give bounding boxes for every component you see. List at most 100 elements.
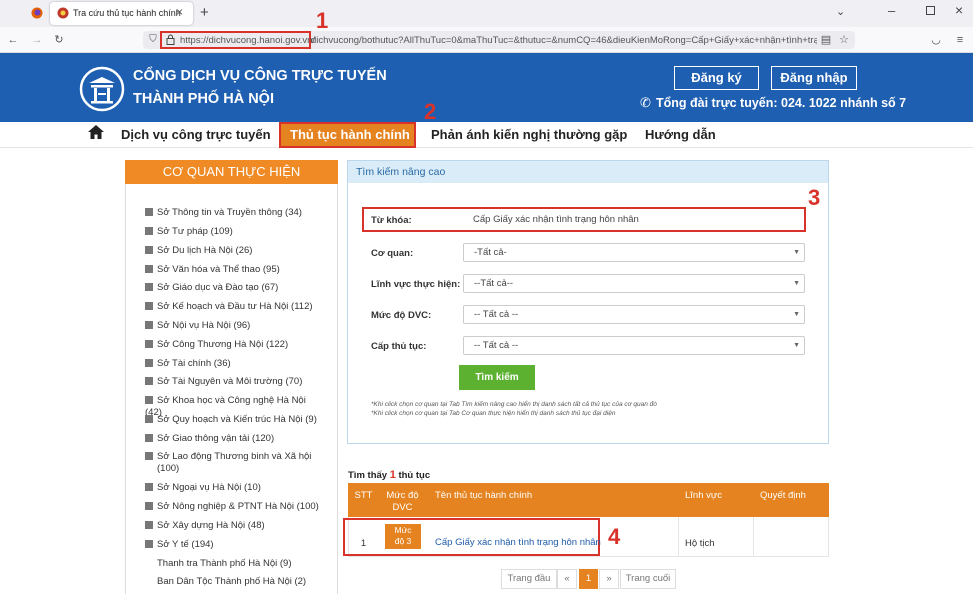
sidebar-item[interactable]: Sở Giao thông vận tải (120) <box>145 433 325 445</box>
header-level-line1: Mức độ <box>386 490 419 501</box>
procedure-link[interactable]: Cấp Giấy xác nhận tình trạng hôn nhân <box>435 537 601 548</box>
field-label: Lĩnh vực thực hiện: <box>371 279 461 290</box>
forward-icon[interactable]: → <box>30 33 44 47</box>
search-note-1: *Khi click chọn cơ quan tại Tab Tìm kiếm… <box>371 401 657 408</box>
sidebar-item[interactable]: Sở Lao động Thương binh và Xã hội <box>145 451 325 463</box>
phone-icon: ✆ <box>640 95 651 110</box>
keyword-input[interactable]: Cấp Giấy xác nhận tình trạng hôn nhân <box>473 214 639 225</box>
folder-icon <box>145 415 153 423</box>
search-note-2: *Khi click chọn cơ quan tại Tab Cơ quan … <box>371 410 616 417</box>
folder-icon <box>145 396 153 404</box>
portal-title-line2: THÀNH PHỐ HÀ NỘI <box>133 91 274 107</box>
folder-icon <box>145 208 153 216</box>
portal-title-line1: CỔNG DỊCH VỤ CÔNG TRỰC TUYẾN <box>133 68 387 84</box>
agency-label: Cơ quan: <box>371 248 414 259</box>
folder-icon <box>145 502 153 510</box>
folder-icon <box>145 227 153 235</box>
folder-icon <box>145 359 153 367</box>
minimize-icon[interactable]: – <box>888 3 895 18</box>
header-procedure-name: Tên thủ tục hành chính <box>435 490 533 501</box>
pagination-prev[interactable]: « <box>557 569 577 589</box>
sidebar-item[interactable]: Sở Tài Nguyên và Môi trường (70) <box>145 376 325 388</box>
menu-icon[interactable]: ≡ <box>954 33 966 47</box>
field-select[interactable]: --Tất cả-- ▼ <box>463 274 805 293</box>
pagination-current[interactable]: 1 <box>579 569 598 589</box>
row-stt: 1 <box>360 538 367 549</box>
sidebar-item[interactable]: Sở Thông tin và Truyền thông (34) <box>145 207 325 219</box>
sidebar-item-continued[interactable]: (100) <box>157 463 337 475</box>
level-select[interactable]: -- Tất cả -- ▼ <box>463 305 805 324</box>
tab-close-icon[interactable]: × <box>176 5 183 19</box>
keyword-label: Từ khóa: <box>371 215 412 226</box>
sidebar-item[interactable]: Ban Dân Tộc Thành phố Hà Nội (2) <box>157 576 337 588</box>
login-button[interactable]: Đăng nhập <box>771 66 857 90</box>
level-badge-line2: độ 3 <box>394 536 412 546</box>
folder-icon <box>145 246 153 254</box>
pagination-last[interactable]: Trang cuối <box>620 569 676 589</box>
tier-label: Cấp thủ tục: <box>371 341 427 352</box>
header-level-line2: DVC <box>392 502 413 513</box>
sidebar-item[interactable]: Sở Tài chính (36) <box>145 358 325 370</box>
sidebar-item[interactable]: Sở Ngoại vụ Hà Nội (10) <box>145 482 325 494</box>
tier-select[interactable]: -- Tất cả -- ▼ <box>463 336 805 355</box>
folder-icon <box>145 265 153 273</box>
pagination-next[interactable]: » <box>599 569 619 589</box>
sidebar-item[interactable]: Sở Giáo dục và Đào tạo (67) <box>145 282 325 294</box>
sidebar-item[interactable]: Sở Nông nghiệp & PTNT Hà Nội (100) <box>145 501 325 513</box>
bookmark-star-icon[interactable]: ☆ <box>838 33 850 47</box>
dropdown-caret-icon: ▼ <box>793 249 800 256</box>
column-divider <box>678 517 679 557</box>
lock-icon[interactable] <box>166 34 175 48</box>
home-icon[interactable] <box>88 125 104 142</box>
tab-title: Tra cứu thủ tục hành chính <box>73 8 181 18</box>
sidebar-item[interactable]: Sở Xây dựng Hà Nội (48) <box>145 520 325 532</box>
dropdown-caret-icon: ▼ <box>793 311 800 318</box>
sidebar-item[interactable]: Sở Quy hoạch và Kiến trúc Hà Nội (9) <box>145 414 325 426</box>
sidebar-item[interactable]: Sở Tư pháp (109) <box>145 226 325 238</box>
window-close-icon[interactable]: × <box>955 2 963 18</box>
agency-select[interactable]: -Tất cả- ▼ <box>463 243 805 262</box>
folder-icon <box>145 452 153 460</box>
nav-procedures[interactable]: Thủ tục hành chính <box>290 127 410 142</box>
maximize-icon[interactable] <box>926 6 935 15</box>
sidebar-item[interactable]: Sở Du lịch Hà Nội (26) <box>145 245 325 257</box>
sidebar-item[interactable]: Sở Văn hóa và Thể thao (95) <box>145 264 325 276</box>
nav-feedback[interactable]: Phản ánh kiến nghị thường gặp <box>431 127 627 142</box>
annotation-number-3: 3 <box>808 185 821 210</box>
url-domain: https://dichvucong.hanoi.gov.vn/ <box>180 35 316 46</box>
tab-list-icon[interactable]: ⌄ <box>836 5 845 18</box>
folder-icon <box>145 377 153 385</box>
level-label: Mức độ DVC: <box>371 310 432 321</box>
register-button[interactable]: Đăng ký <box>674 66 759 90</box>
folder-icon <box>145 321 153 329</box>
column-divider <box>753 517 754 557</box>
reader-view-icon[interactable]: ▤ <box>820 33 832 47</box>
nav-online-services[interactable]: Dịch vụ công trực tuyến <box>121 127 271 142</box>
sidebar-title: CƠ QUAN THỰC HIỆN <box>125 160 338 184</box>
sidebar-item[interactable]: Thanh tra Thành phố Hà Nội (9) <box>157 558 337 570</box>
folder-icon <box>145 302 153 310</box>
sidebar-item[interactable]: Sở Công Thương Hà Nội (122) <box>145 339 325 351</box>
url-path: dichvucong/bothutuc?AllThuTuc=0&maThuTuc… <box>311 35 817 46</box>
sidebar-item[interactable]: Sở Nội vụ Hà Nội (96) <box>145 320 325 332</box>
site-logo[interactable] <box>79 66 125 115</box>
browser-tab[interactable]: Tra cứu thủ tục hành chính × <box>50 2 193 25</box>
firefox-icon[interactable] <box>30 7 44 23</box>
sidebar-item[interactable]: Sở Y tế (194) <box>145 539 325 551</box>
header-stt: STT <box>354 490 373 501</box>
pagination-first[interactable]: Trang đầu <box>501 569 557 589</box>
sidebar-item[interactable]: Sở Kế hoạch và Đầu tư Hà Nội (112) <box>145 301 325 313</box>
annotation-number-4: 4 <box>608 524 621 549</box>
folder-icon <box>145 340 153 348</box>
shield-icon[interactable]: ⛉ <box>147 33 159 47</box>
new-tab-icon[interactable]: + <box>200 4 209 21</box>
nav-guide[interactable]: Hướng dẫn <box>645 127 716 142</box>
search-button[interactable]: Tìm kiếm <box>459 365 535 390</box>
folder-icon <box>145 521 153 529</box>
pocket-icon[interactable]: ◡ <box>930 33 942 47</box>
back-icon[interactable]: ← <box>6 33 20 47</box>
header-decision: Quyết định <box>760 490 806 501</box>
dropdown-caret-icon: ▼ <box>793 342 800 349</box>
reload-icon[interactable]: ↻ <box>52 33 66 47</box>
folder-icon <box>145 483 153 491</box>
